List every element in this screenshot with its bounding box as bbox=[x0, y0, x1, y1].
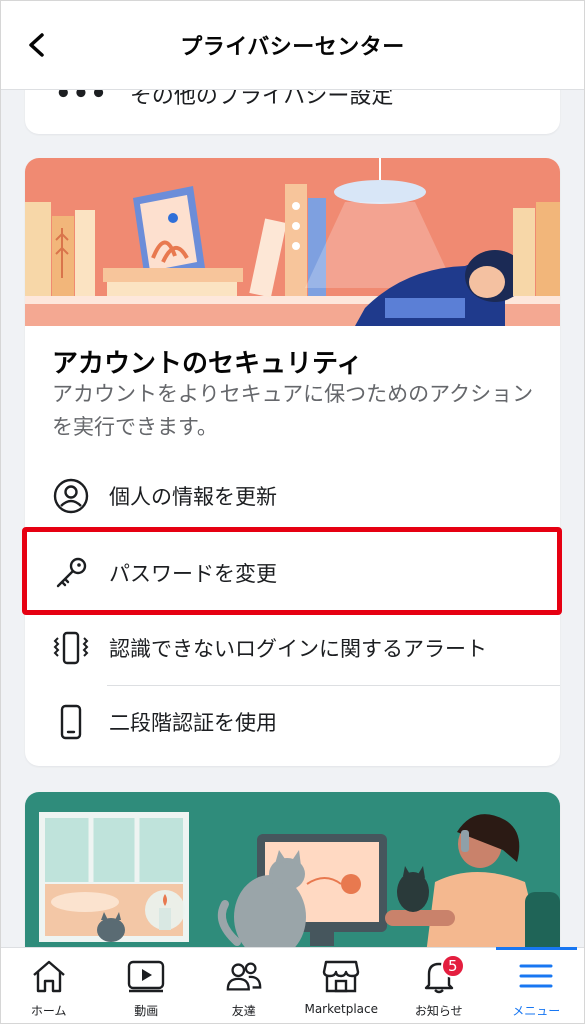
friends-icon bbox=[224, 956, 264, 996]
security-banner-illustration bbox=[25, 158, 560, 326]
marketplace-icon bbox=[321, 956, 361, 996]
tab-home-label: ホーム bbox=[30, 1004, 67, 1018]
update-personal-info-label: 個人の情報を更新 bbox=[109, 485, 277, 509]
tab-video[interactable]: 動画 bbox=[98, 948, 196, 1024]
tab-marketplace[interactable]: Marketplace bbox=[293, 948, 391, 1024]
top-app-bar: プライバシーセンター bbox=[0, 0, 585, 90]
tab-notifications[interactable]: 5 お知らせ bbox=[390, 948, 488, 1024]
login-alerts-label: 認識できないログインに関するアラート bbox=[109, 637, 487, 661]
notification-badge: 5 bbox=[440, 954, 465, 978]
tab-menu[interactable]: メニュー bbox=[488, 947, 585, 1024]
phone-vibrate-icon bbox=[52, 629, 90, 667]
workspace-banner-illustration bbox=[25, 792, 560, 962]
security-description: アカウントをよりセキュアに保つためのアクションを実行できます。 bbox=[52, 382, 534, 439]
two-factor-label: 二段階認証を使用 bbox=[109, 711, 277, 735]
video-icon bbox=[126, 956, 166, 996]
tab-menu-label: メニュー bbox=[512, 1004, 561, 1018]
account-security-card: アカウントのセキュリティ アカウントをよりセキュアに保つためのアクションを実行で… bbox=[25, 158, 560, 766]
privacy-illustration-card[interactable] bbox=[25, 792, 560, 962]
home-icon bbox=[29, 956, 69, 996]
menu-icon bbox=[516, 956, 556, 996]
update-personal-info-row[interactable]: 個人の情報を更新 bbox=[25, 460, 560, 532]
page-title: プライバシーセンター bbox=[180, 34, 405, 60]
tab-friends[interactable]: 友達 bbox=[195, 948, 293, 1024]
tab-friends-label: 友達 bbox=[231, 1004, 256, 1018]
tab-video-label: 動画 bbox=[134, 1004, 159, 1018]
bottom-tab-bar: ホーム 動画 友達 Marketplace 5 お知らせ メニュー bbox=[0, 947, 585, 1024]
two-factor-row[interactable]: 二段階認証を使用 bbox=[25, 686, 560, 758]
phone-icon bbox=[52, 703, 90, 741]
security-title: アカウントのセキュリティ bbox=[52, 349, 363, 379]
back-button[interactable] bbox=[22, 30, 52, 60]
tab-home[interactable]: ホーム bbox=[0, 948, 98, 1024]
tab-marketplace-label: Marketplace bbox=[304, 1002, 379, 1016]
tab-notifications-label: お知らせ bbox=[414, 1004, 463, 1018]
person-circle-icon bbox=[52, 477, 90, 515]
chevron-left-icon bbox=[29, 33, 44, 57]
login-alerts-row[interactable]: 認識できないログインに関するアラート bbox=[25, 612, 560, 684]
change-password-highlight-box bbox=[22, 527, 562, 615]
